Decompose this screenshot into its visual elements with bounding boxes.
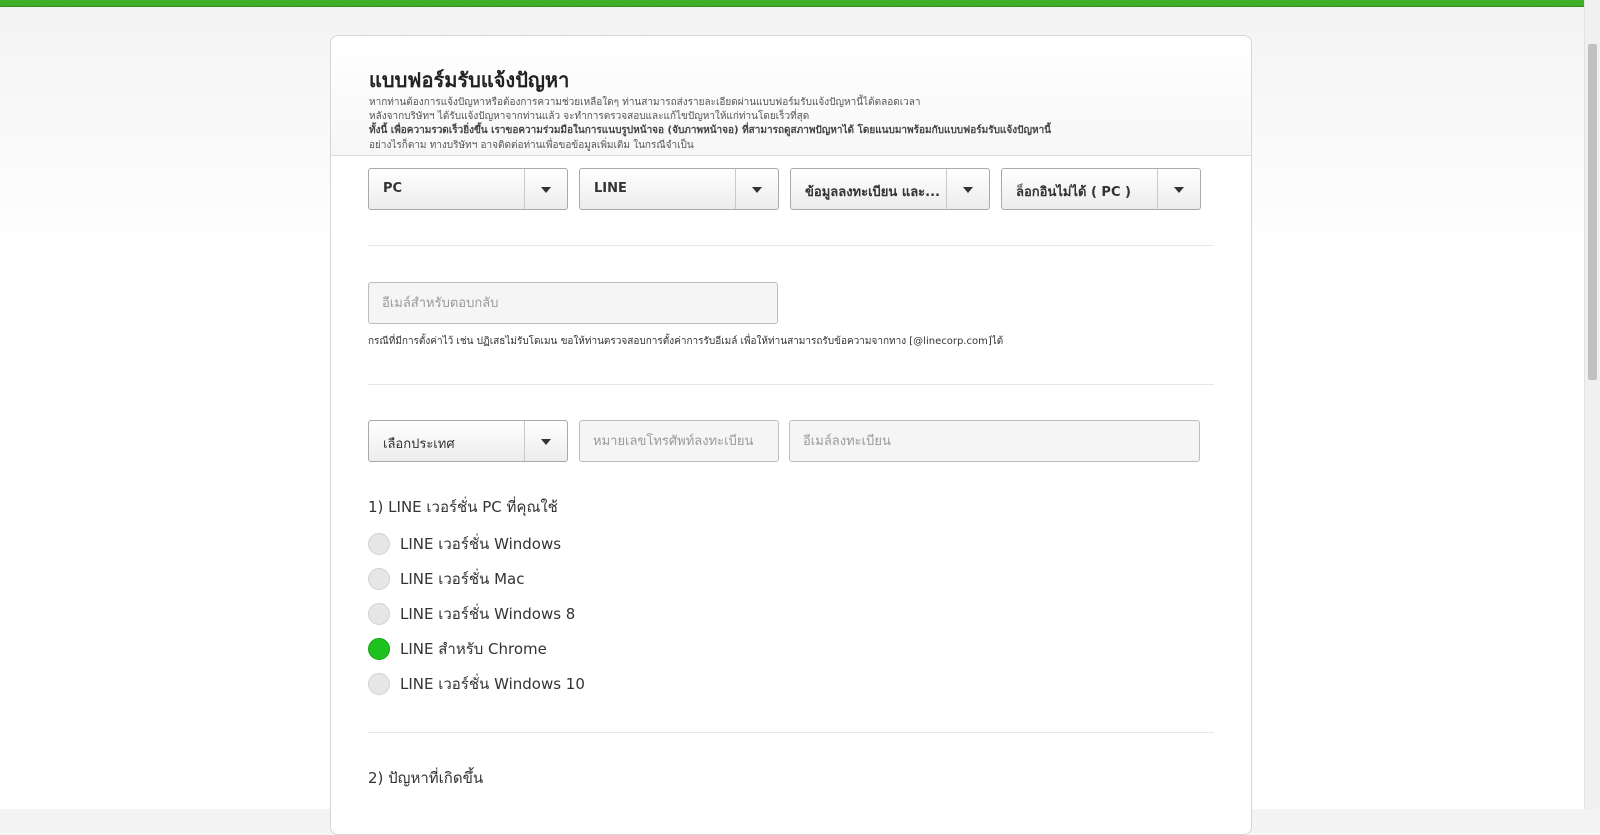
vertical-scrollbar[interactable]: [1584, 0, 1600, 809]
divider: [368, 732, 1214, 733]
radio-button-selected[interactable]: [368, 638, 390, 660]
registered-phone-field[interactable]: [579, 420, 779, 462]
device-select[interactable]: PC: [368, 168, 568, 210]
email-hint: กรณีที่มีการตั้งค่าไว้ เช่น ปฏิเสธไม่รับ…: [368, 336, 1004, 347]
radio-option-label: LINE เวอร์ชั่น Windows 10: [400, 675, 585, 693]
question-1-title: 1) LINE เวอร์ชั่น PC ที่คุณใช้: [368, 498, 558, 516]
issue-select[interactable]: ล็อกอินไม่ได้ ( PC ): [1001, 168, 1201, 210]
radio-option-windows-8[interactable]: LINE เวอร์ชั่น Windows 8: [368, 602, 575, 626]
chevron-down-icon: [752, 187, 762, 193]
question-2-title: 2) ปัญหาที่เกิดขึ้น: [368, 769, 484, 787]
radio-option-windows-10[interactable]: LINE เวอร์ชั่น Windows 10: [368, 672, 585, 696]
service-select[interactable]: LINE: [579, 168, 779, 210]
divider: [368, 384, 1214, 385]
divider: [368, 245, 1214, 246]
radio-option-chrome[interactable]: LINE สำหรับ Chrome: [368, 637, 547, 661]
form-description-line-3: ทั้งนี้ เพื่อความรวดเร็วยิ่งขึ้น เราขอคว…: [369, 125, 1052, 136]
registered-email-field[interactable]: [789, 420, 1200, 462]
radio-option-label: LINE เวอร์ชั่น Windows 8: [400, 605, 576, 623]
issue-select-value: ล็อกอินไม่ได้ ( PC ): [1016, 185, 1131, 200]
form-description-line-1: หากท่านต้องการแจ้งปัญหาหรือต้องการความช่…: [369, 97, 921, 108]
radio-option-label: LINE เวอร์ชั่น Mac: [400, 570, 525, 588]
reply-email-field[interactable]: [368, 282, 778, 324]
service-select-value: LINE: [594, 181, 627, 196]
radio-option-label: LINE สำหรับ Chrome: [400, 640, 547, 658]
form-header: แบบฟอร์มรับแจ้งปัญหา หากท่านต้องการแจ้งป…: [331, 36, 1251, 156]
category-select-value: ข้อมูลลงทะเบียน และ...: [805, 185, 940, 200]
radio-option-label: LINE เวอร์ชั่น Windows: [400, 535, 562, 553]
chevron-down-icon: [541, 187, 551, 193]
scrollbar-thumb[interactable]: [1588, 44, 1597, 380]
chevron-down-icon: [963, 187, 973, 193]
form-description-line-4: อย่างไรก็ตาม ทางบริษัทฯ อาจติดต่อท่านเพื…: [369, 140, 694, 151]
country-select-value: เลือกประเทศ: [383, 437, 455, 452]
form-title: แบบฟอร์มรับแจ้งปัญหา: [369, 68, 570, 92]
radio-button[interactable]: [368, 568, 390, 590]
chevron-down-icon: [1174, 187, 1184, 193]
form-description-line-2: หลังจากบริษัทฯ ได้รับแจ้งปัญหาจากท่านแล้…: [369, 111, 810, 122]
chevron-down-icon: [541, 439, 551, 445]
radio-option-windows[interactable]: LINE เวอร์ชั่น Windows: [368, 532, 561, 556]
report-form-card: แบบฟอร์มรับแจ้งปัญหา หากท่านต้องการแจ้งป…: [330, 35, 1252, 835]
radio-button[interactable]: [368, 673, 390, 695]
category-select[interactable]: ข้อมูลลงทะเบียน และ...: [790, 168, 990, 210]
radio-button[interactable]: [368, 603, 390, 625]
top-accent-bar: [0, 0, 1585, 7]
device-select-value: PC: [383, 181, 403, 196]
radio-button[interactable]: [368, 533, 390, 555]
radio-option-mac[interactable]: LINE เวอร์ชั่น Mac: [368, 567, 524, 591]
country-select[interactable]: เลือกประเทศ: [368, 420, 568, 462]
